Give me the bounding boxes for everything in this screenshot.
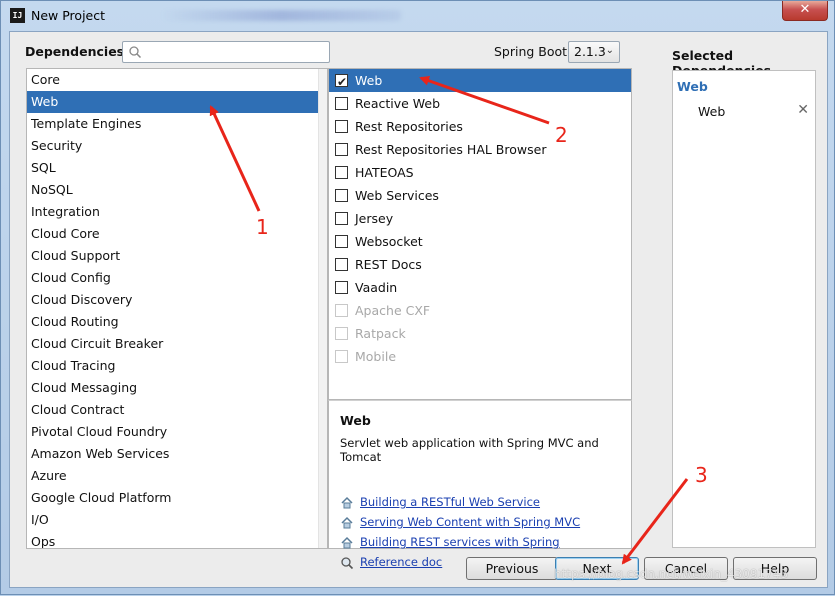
category-item[interactable]: Integration	[27, 201, 327, 223]
selected-dependency-item: Web	[698, 104, 726, 119]
dependency-checkbox[interactable]	[335, 258, 348, 271]
search-icon	[129, 46, 142, 59]
dependency-label: Vaadin	[355, 280, 398, 295]
checkmark-icon: ✔	[337, 75, 348, 89]
dependency-checkbox[interactable]	[335, 281, 348, 294]
dependency-item[interactable]: Vaadin	[329, 276, 631, 299]
chevron-down-icon: ⌄	[605, 45, 614, 56]
description-text: Servlet web application with Spring MVC …	[340, 436, 599, 464]
category-list-scrollbar[interactable]	[318, 69, 327, 548]
annotation-number-2: 2	[555, 123, 568, 147]
category-item[interactable]: Cloud Contract	[27, 399, 327, 421]
category-item[interactable]: Cloud Routing	[27, 311, 327, 333]
dependency-label: Rest Repositories	[355, 119, 463, 134]
dependency-label: HATEOAS	[355, 165, 414, 180]
dependency-item[interactable]: HATEOAS	[329, 161, 631, 184]
dependency-checkbox	[335, 350, 348, 363]
category-item[interactable]: Cloud Support	[27, 245, 327, 267]
description-title: Web	[340, 413, 371, 428]
dependency-label: Web Services	[355, 188, 439, 203]
dependency-item[interactable]: Websocket	[329, 230, 631, 253]
dependency-checkbox	[335, 327, 348, 340]
blurred-title-region	[161, 10, 401, 21]
category-item[interactable]: Cloud Tracing	[27, 355, 327, 377]
dependencies-label: Dependencies	[25, 44, 125, 59]
dependency-label: REST Docs	[355, 257, 422, 272]
annotation-number-1: 1	[256, 215, 269, 239]
dependency-item: Mobile	[329, 345, 631, 368]
close-window-button[interactable]: ✕	[782, 1, 828, 21]
home-icon	[341, 516, 353, 529]
home-icon	[341, 536, 353, 549]
category-item[interactable]: Google Cloud Platform	[27, 487, 327, 509]
guide-link[interactable]: Building REST services with Spring	[360, 535, 560, 549]
category-item[interactable]: Cloud Core	[27, 223, 327, 245]
dependency-label: Mobile	[355, 349, 397, 364]
dependency-label: Jersey	[355, 211, 394, 226]
dependency-label: Reactive Web	[355, 96, 441, 111]
previous-button[interactable]: Previous	[466, 557, 558, 580]
watermark-text: https://blog.csdn.net/weixin_43091743	[554, 567, 789, 581]
dependency-checkbox[interactable]	[335, 235, 348, 248]
dependency-label: Ratpack	[355, 326, 406, 341]
search-input[interactable]	[122, 41, 330, 63]
dependency-label: Rest Repositories HAL Browser	[355, 142, 547, 157]
category-item[interactable]: Security	[27, 135, 327, 157]
category-item[interactable]: Azure	[27, 465, 327, 487]
spring-boot-version-select[interactable]: 2.1.3 ⌄	[568, 41, 620, 63]
category-item[interactable]: Cloud Config	[27, 267, 327, 289]
category-item[interactable]: Ops	[27, 531, 327, 548]
guide-link[interactable]: Building a RESTful Web Service	[360, 495, 540, 509]
spring-boot-version-value: 2.1.3	[574, 44, 606, 59]
category-item[interactable]: Template Engines	[27, 113, 327, 135]
annotation-number-3: 3	[695, 463, 708, 487]
dependency-checkbox[interactable]	[335, 212, 348, 225]
dependency-checkbox[interactable]	[335, 189, 348, 202]
guide-link[interactable]: Serving Web Content with Spring MVC	[360, 515, 580, 529]
category-item[interactable]: Web	[27, 91, 327, 113]
dependency-item[interactable]: REST Docs	[329, 253, 631, 276]
dependency-label: Web	[355, 73, 383, 88]
dependency-item[interactable]: Jersey	[329, 207, 631, 230]
category-item[interactable]: I/O	[27, 509, 327, 531]
dialog-content: Dependencies Spring Boot 2.1.3 ⌄ Selecte…	[9, 31, 828, 588]
category-item[interactable]: Cloud Discovery	[27, 289, 327, 311]
dependency-checkbox[interactable]	[335, 120, 348, 133]
dependency-checkbox[interactable]	[335, 166, 348, 179]
dependency-label: Websocket	[355, 234, 423, 249]
dependency-checkbox[interactable]	[335, 143, 348, 156]
dependency-item: Ratpack	[329, 322, 631, 345]
dependency-checkbox[interactable]	[335, 97, 348, 110]
dependency-item[interactable]: Reactive Web	[329, 92, 631, 115]
guide-link[interactable]: Reference doc	[360, 555, 442, 569]
category-list: Core Web Template Engines Security SQL NoSQL I…	[26, 68, 328, 549]
new-project-window: IJ New Project ✕ Dependencies Spring Boo…	[0, 0, 835, 595]
selected-dependencies-panel: Web Web ✕	[672, 70, 816, 548]
dependency-item[interactable]: Web Services	[329, 184, 631, 207]
dependency-checkbox	[335, 304, 348, 317]
dependency-item[interactable]: Rest Repositories HAL Browser	[329, 138, 631, 161]
dependency-item[interactable]: Rest Repositories	[329, 115, 631, 138]
category-item[interactable]: Core	[27, 69, 327, 91]
category-item[interactable]: Pivotal Cloud Foundry	[27, 421, 327, 443]
spring-boot-label: Spring Boot	[494, 44, 568, 59]
category-item[interactable]: SQL	[27, 157, 327, 179]
intellij-app-icon: IJ	[10, 8, 25, 23]
home-icon	[341, 496, 353, 509]
dependency-label: Apache CXF	[355, 303, 431, 318]
dependency-description-panel: Web Servlet web application with Spring …	[328, 400, 632, 570]
window-title: New Project	[31, 8, 106, 23]
category-item[interactable]: Cloud Circuit Breaker	[27, 333, 327, 355]
dependency-item[interactable]: ✔ Web	[329, 69, 631, 92]
category-item[interactable]: NoSQL	[27, 179, 327, 201]
title-bar: IJ New Project ✕	[1, 1, 834, 31]
category-item[interactable]: Cloud Messaging	[27, 377, 327, 399]
dependency-list: ✔ Web Reactive Web Rest Repositories Rest Re…	[328, 68, 632, 400]
dependency-item: Apache CXF	[329, 299, 631, 322]
selected-group-label: Web	[677, 79, 708, 94]
category-item[interactable]: Amazon Web Services	[27, 443, 327, 465]
dependency-checkbox[interactable]: ✔	[335, 74, 348, 89]
remove-dependency-icon[interactable]: ✕	[797, 102, 809, 118]
reference-doc-icon	[341, 557, 354, 570]
